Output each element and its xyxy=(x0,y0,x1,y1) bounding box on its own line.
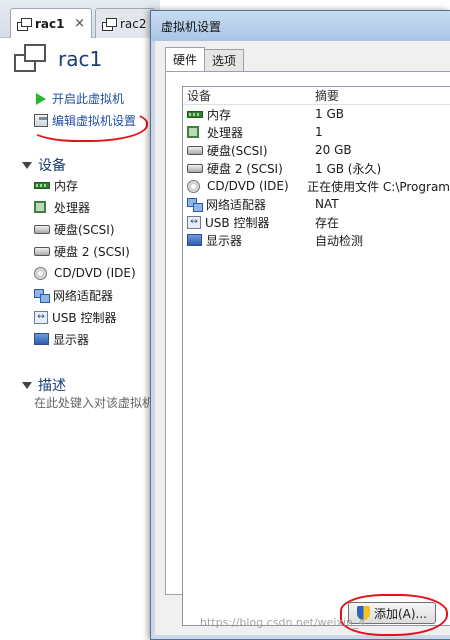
device-label: CD/DVD (IDE) xyxy=(54,266,136,280)
vm-tab-bar: rac1 × rac2 xyxy=(0,0,160,38)
vm-icon xyxy=(102,17,117,31)
annotation-circle-add xyxy=(340,594,448,636)
table-row[interactable]: ↔ USB 控制器 存在 xyxy=(183,213,450,231)
row-summary: 正在使用文件 C:\Program xyxy=(307,179,450,194)
harddisk-icon xyxy=(187,145,203,155)
memory-icon xyxy=(187,110,203,118)
device-label: 硬盘(SCSI) xyxy=(54,222,115,237)
device-label: 硬盘 2 (SCSI) xyxy=(54,244,130,259)
row-device: 内存 xyxy=(207,107,232,122)
device-item-display[interactable]: 显示器 xyxy=(34,330,89,348)
device-list[interactable]: 设备 摘要 内存 1 GB 处理器 1 硬盘(SCSI) 20 GB 硬盘 2 … xyxy=(182,86,450,626)
tab-label: rac2 xyxy=(120,16,147,31)
tab-label: rac1 xyxy=(35,16,65,31)
description-placeholder[interactable]: 在此处键入对该虚拟机 xyxy=(34,394,152,411)
table-row[interactable]: 网络适配器 NAT xyxy=(183,195,450,213)
vm-header: rac1 xyxy=(14,44,102,74)
hardware-panel: 设备 摘要 内存 1 GB 处理器 1 硬盘(SCSI) 20 GB 硬盘 2 … xyxy=(165,71,450,626)
network-icon xyxy=(187,197,203,212)
device-label: 显示器 xyxy=(53,332,90,347)
row-summary: 20 GB xyxy=(315,143,352,157)
vm-settings-dialog: 虚拟机设置 硬件 选项 设备 摘要 内存 1 GB 处理器 1 硬盘(SCSI)… xyxy=(150,10,450,640)
row-device: CD/DVD (IDE) xyxy=(207,179,289,193)
row-summary: NAT xyxy=(315,197,339,211)
dialog-title: 虚拟机设置 xyxy=(161,19,222,34)
row-device: 处理器 xyxy=(207,125,244,140)
device-item-harddisk-2[interactable]: 硬盘 2 (SCSI) xyxy=(34,242,130,260)
table-row[interactable]: 硬盘(SCSI) 20 GB xyxy=(183,141,450,159)
power-on-link[interactable]: 开启此虚拟机 xyxy=(36,90,124,107)
dialog-body: 硬件 选项 设备 摘要 内存 1 GB 处理器 1 硬盘(SCSI) 20 GB… xyxy=(155,41,450,635)
row-summary: 存在 xyxy=(315,215,340,230)
device-item-network[interactable]: 网络适配器 xyxy=(34,286,113,304)
vm-large-icon xyxy=(14,44,48,74)
column-header-summary[interactable]: 摘要 xyxy=(311,87,339,104)
monitor-icon xyxy=(34,333,49,345)
usb-icon: ↔ xyxy=(187,215,201,229)
dialog-titlebar[interactable]: 虚拟机设置 xyxy=(151,11,450,41)
device-item-harddisk[interactable]: 硬盘(SCSI) xyxy=(34,220,115,238)
devices-section-title: 设备 xyxy=(38,158,66,174)
column-header-device[interactable]: 设备 xyxy=(183,87,311,104)
row-summary: 1 GB (永久) xyxy=(315,161,382,176)
devices-section-header[interactable]: 设备 xyxy=(22,155,66,175)
harddisk-icon xyxy=(34,224,50,234)
cd-icon xyxy=(187,179,200,193)
vm-icon xyxy=(17,17,32,31)
device-label: 处理器 xyxy=(54,200,91,215)
row-summary: 1 GB xyxy=(315,107,344,121)
device-label: 网络适配器 xyxy=(53,288,114,303)
tab-hardware[interactable]: 硬件 xyxy=(165,47,206,71)
memory-icon xyxy=(34,181,50,189)
harddisk-icon xyxy=(187,163,203,173)
dialog-tabs: 硬件 选项 xyxy=(165,47,245,71)
row-device: USB 控制器 xyxy=(205,215,270,230)
row-summary: 1 xyxy=(315,125,323,139)
device-item-cd-dvd[interactable]: CD/DVD (IDE) xyxy=(34,264,136,282)
harddisk-icon xyxy=(34,246,50,256)
device-item-usb[interactable]: ↔ USB 控制器 xyxy=(34,308,116,326)
table-row[interactable]: 硬盘 2 (SCSI) 1 GB (永久) xyxy=(183,159,450,177)
power-on-label: 开启此虚拟机 xyxy=(52,92,125,106)
vm-title: rac1 xyxy=(58,47,103,71)
tab-rac1[interactable]: rac1 × xyxy=(10,8,92,38)
table-row[interactable]: 处理器 1 xyxy=(183,123,450,141)
network-icon xyxy=(34,288,50,303)
table-row[interactable]: 显示器 自动检测 xyxy=(183,231,450,249)
row-device: 硬盘(SCSI) xyxy=(207,143,268,158)
row-summary: 自动检测 xyxy=(315,233,364,248)
watermark: https://blog.csdn.net/weixin_4... xyxy=(200,616,377,629)
description-section-title: 描述 xyxy=(38,378,66,394)
tab-options[interactable]: 选项 xyxy=(204,49,245,71)
cpu-icon xyxy=(187,126,199,138)
device-label: USB 控制器 xyxy=(52,310,117,325)
collapse-icon xyxy=(22,381,32,389)
collapse-icon xyxy=(22,161,32,169)
table-row[interactable]: 内存 1 GB xyxy=(183,105,450,123)
table-row[interactable]: CD/DVD (IDE) 正在使用文件 C:\Program xyxy=(183,177,450,195)
device-item-memory[interactable]: 内存 xyxy=(34,176,78,194)
row-device: 网络适配器 xyxy=(206,197,267,212)
close-tab-icon[interactable]: × xyxy=(74,16,85,31)
usb-icon: ↔ xyxy=(34,310,48,324)
device-list-header: 设备 摘要 xyxy=(183,87,450,105)
device-item-cpu[interactable]: 处理器 xyxy=(34,198,90,216)
row-device: 显示器 xyxy=(206,233,243,248)
description-section-header[interactable]: 描述 xyxy=(22,375,66,395)
cd-icon xyxy=(34,266,47,280)
cpu-icon xyxy=(34,201,46,213)
tab-rac2[interactable]: rac2 xyxy=(95,8,155,38)
device-label: 内存 xyxy=(54,178,79,193)
row-device: 硬盘 2 (SCSI) xyxy=(207,161,283,176)
play-icon xyxy=(36,92,46,105)
monitor-icon xyxy=(187,234,202,246)
annotation-circle-edit xyxy=(30,108,148,142)
